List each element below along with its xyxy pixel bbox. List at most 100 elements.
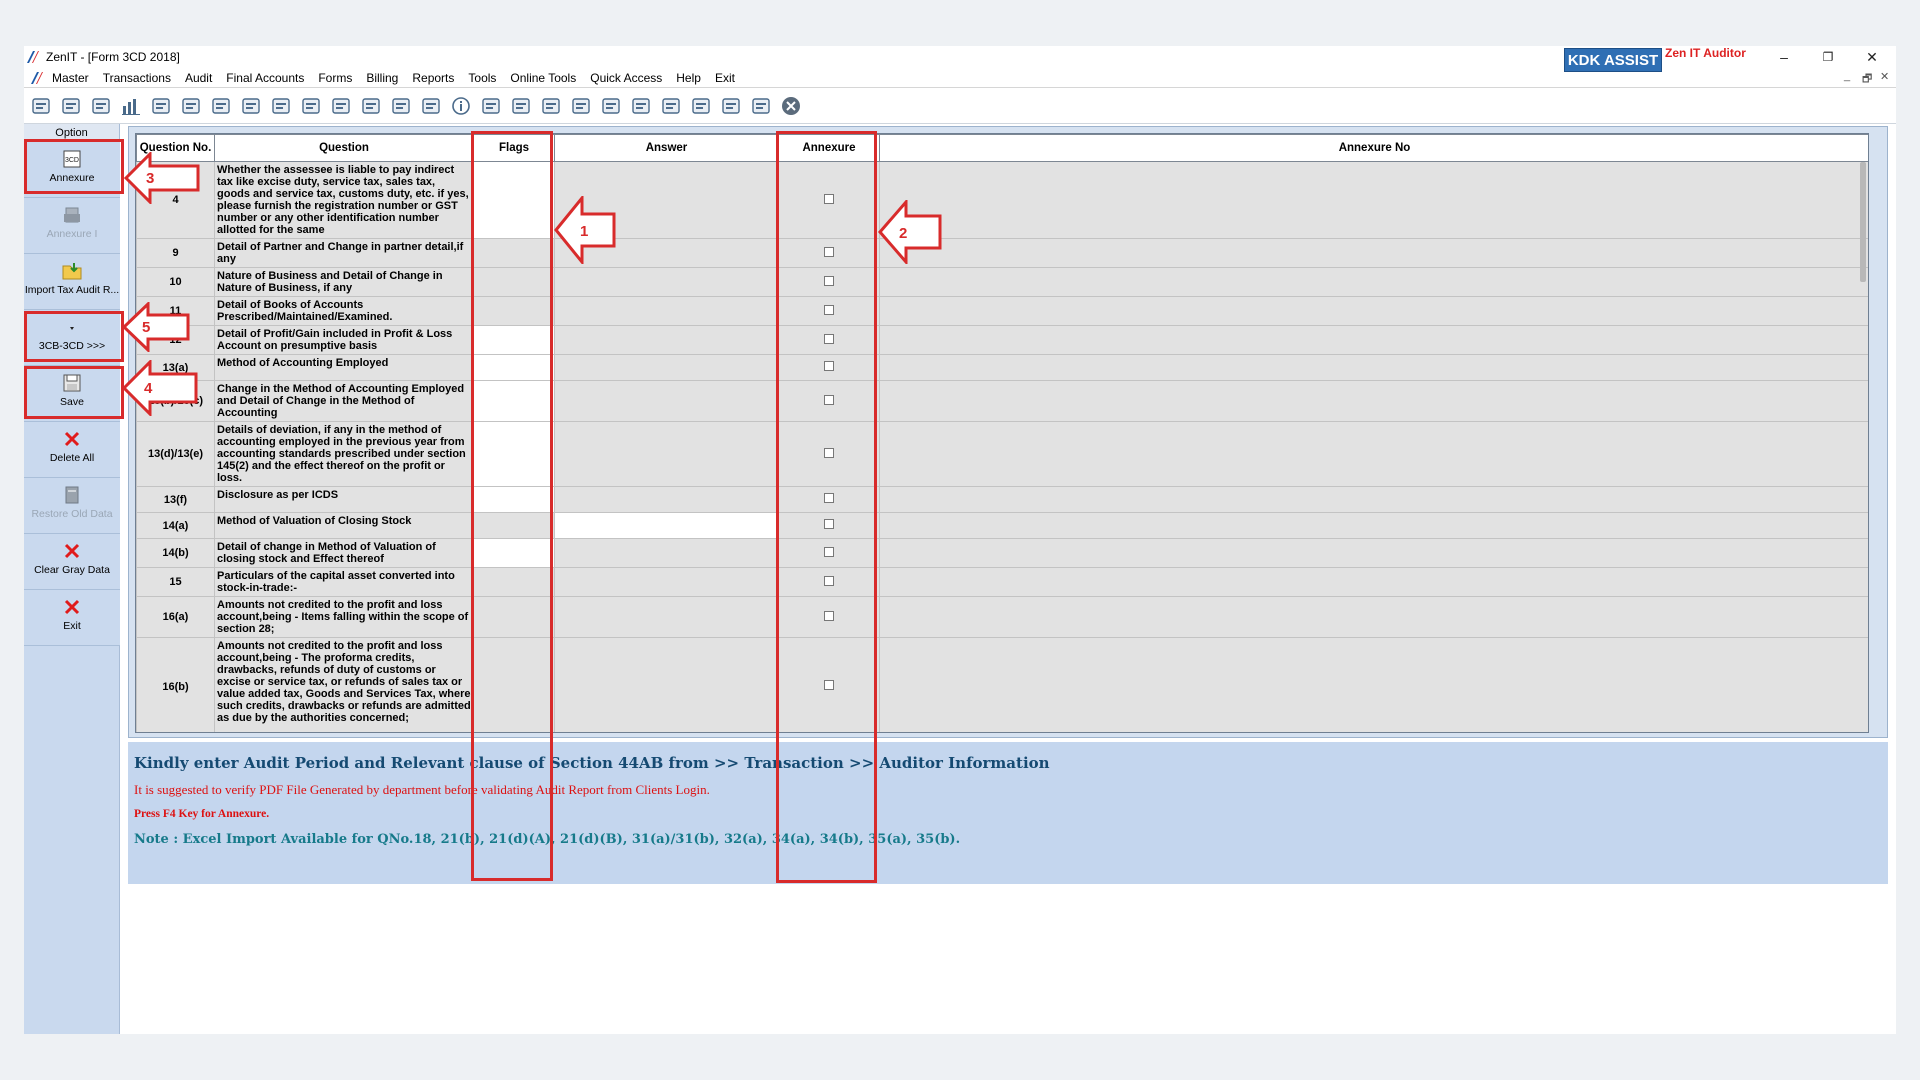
ledger-icon[interactable] (750, 96, 772, 116)
menu-item-reports[interactable]: Reports (412, 71, 454, 85)
filter-icon[interactable] (240, 96, 262, 116)
table-row[interactable]: 13(b)/13(c)Change in the Method of Accou… (136, 380, 1868, 422)
annexure-no-cell[interactable] (879, 538, 1868, 568)
answer-cell[interactable] (554, 296, 779, 326)
table-row[interactable]: 14(a) Method of Valuation of Closing Stoc… (136, 512, 1868, 539)
annexure-no-cell[interactable] (879, 637, 1868, 732)
tag-icon[interactable] (210, 96, 232, 116)
delete-all-button[interactable]: Delete All (24, 422, 120, 478)
pdf-verify-hint: It is suggested to verify PDF File Gener… (134, 782, 710, 797)
company-icon[interactable] (30, 96, 52, 116)
question-text-cell: Particulars of the capital asset convert… (214, 567, 474, 597)
table-row[interactable]: 13(d)/13(e) Details of deviation, if any … (136, 421, 1868, 487)
annexure-no-cell[interactable] (879, 567, 1868, 597)
annexure-no-cell[interactable] (879, 325, 1868, 355)
answer-cell[interactable] (554, 512, 779, 539)
table-row[interactable]: 15 Particulars of the capital asset conve… (136, 567, 1868, 597)
menu-item-forms[interactable]: Forms (318, 71, 352, 85)
table-row[interactable]: 16(b) Amounts not credited to the profit … (136, 637, 1868, 732)
menu-item-quick-access[interactable]: Quick Access (590, 71, 662, 85)
table-row[interactable]: 10 Nature of Business and Detail of Chang… (136, 267, 1868, 297)
annexure-no-cell[interactable] (879, 380, 1868, 422)
answer-cell[interactable] (554, 380, 779, 422)
minimize-button[interactable]: – (1764, 46, 1804, 68)
table-row[interactable]: 11 Detail of Books of Accounts Prescribed… (136, 296, 1868, 326)
bs-icon[interactable] (660, 96, 682, 116)
column-header-question[interactable]: Question (214, 134, 474, 162)
menu-item-final-accounts[interactable]: Final Accounts (226, 71, 304, 85)
menu-item-exit[interactable]: Exit (715, 71, 735, 85)
calendar-icon[interactable] (540, 96, 562, 116)
menu-item-transactions[interactable]: Transactions (103, 71, 171, 85)
annexure-no-cell[interactable] (879, 512, 1868, 539)
mdi-close-button[interactable]: ✕ (1880, 70, 1889, 83)
answer-cell[interactable] (554, 267, 779, 297)
annexure-no-cell[interactable] (879, 596, 1868, 638)
import-tax-audit-button[interactable]: Import Tax Audit R... (24, 254, 120, 310)
answer-cell[interactable] (554, 354, 779, 381)
table-row[interactable]: 14(b) Detail of change in Method of Valua… (136, 538, 1868, 568)
annexure-no-cell[interactable] (879, 486, 1868, 513)
column-header-annexure-no[interactable]: Annexure No (879, 134, 1868, 162)
annexure-no-cell[interactable] (879, 354, 1868, 381)
menu-item-master[interactable]: Master (52, 71, 89, 85)
delete-icon (64, 431, 80, 447)
contact-icon[interactable] (570, 96, 592, 116)
kdk-assist-button[interactable]: KDK ASSIST (1564, 48, 1662, 72)
tax-icon[interactable] (270, 96, 292, 116)
close-button[interactable]: ✕ (1852, 46, 1892, 68)
question-number-cell: 14(b) (136, 538, 215, 568)
annexure-no-cell[interactable] (879, 296, 1868, 326)
answer-cell[interactable] (554, 325, 779, 355)
edit-icon[interactable] (510, 96, 532, 116)
home-icon[interactable] (60, 96, 82, 116)
column-header-answer[interactable]: Answer (554, 134, 779, 162)
exit-button[interactable]: Exit (24, 590, 120, 646)
answer-cell[interactable] (554, 538, 779, 568)
group-icon[interactable] (690, 96, 712, 116)
menu-item-audit[interactable]: Audit (185, 71, 212, 85)
table-row[interactable]: 16(a) Amounts not credited to the profit … (136, 596, 1868, 638)
answer-cell[interactable] (554, 567, 779, 597)
table-row[interactable]: 4 Whether the assessee is liable to pay i… (136, 161, 1868, 239)
menu-item-tools[interactable]: Tools (468, 71, 496, 85)
menu-item-help[interactable]: Help (676, 71, 701, 85)
id-card-icon[interactable] (630, 96, 652, 116)
table-row[interactable]: 9 Detail of Partner and Change in partner… (136, 238, 1868, 268)
menu-item-billing[interactable]: Billing (366, 71, 398, 85)
report-icon[interactable] (480, 96, 502, 116)
clear-gray-data-button[interactable]: Clear Gray Data (24, 534, 120, 590)
app-menu-icon[interactable] (30, 71, 44, 85)
3cd-form-icon[interactable] (720, 96, 742, 116)
users-icon[interactable] (180, 96, 202, 116)
calculator-icon[interactable] (330, 96, 352, 116)
mdi-minimize-button[interactable]: _ (1844, 70, 1850, 82)
answer-cell[interactable] (554, 596, 779, 638)
mdi-restore-button[interactable]: 🗗 (1862, 70, 1872, 89)
gift-icon[interactable] (150, 96, 172, 116)
f4-key-hint: Press F4 Key for Annexure. (134, 808, 270, 820)
answer-cell[interactable] (554, 421, 779, 487)
bar-chart-icon[interactable] (120, 96, 142, 116)
table-row[interactable]: 13(f) Disclosure as per ICDS (136, 486, 1868, 513)
chat-icon[interactable] (600, 96, 622, 116)
pay-icon[interactable] (390, 96, 412, 116)
annexure-no-cell[interactable] (879, 421, 1868, 487)
table-row[interactable]: 12Detail of Profit/Gain included in Prof… (136, 325, 1868, 355)
answer-cell[interactable] (554, 486, 779, 513)
answer-cell[interactable] (554, 637, 779, 732)
annexure-no-cell[interactable] (879, 238, 1868, 268)
disc-icon[interactable] (300, 96, 322, 116)
close-circle-icon[interactable] (780, 96, 802, 116)
clock-icon[interactable] (360, 96, 382, 116)
annexure-no-cell[interactable] (879, 161, 1868, 239)
info-icon[interactable] (450, 96, 472, 116)
document-icon[interactable] (420, 96, 442, 116)
question-text-cell: Detail of Profit/Gain included in Profit… (214, 325, 474, 355)
vertical-scrollbar[interactable] (1860, 162, 1866, 282)
table-row[interactable]: 13(a) Method of Accounting Employed (136, 354, 1868, 381)
restore-button[interactable]: ❐ (1808, 46, 1848, 68)
building-icon[interactable] (90, 96, 112, 116)
menu-item-online-tools[interactable]: Online Tools (510, 71, 576, 85)
annexure-no-cell[interactable] (879, 267, 1868, 297)
